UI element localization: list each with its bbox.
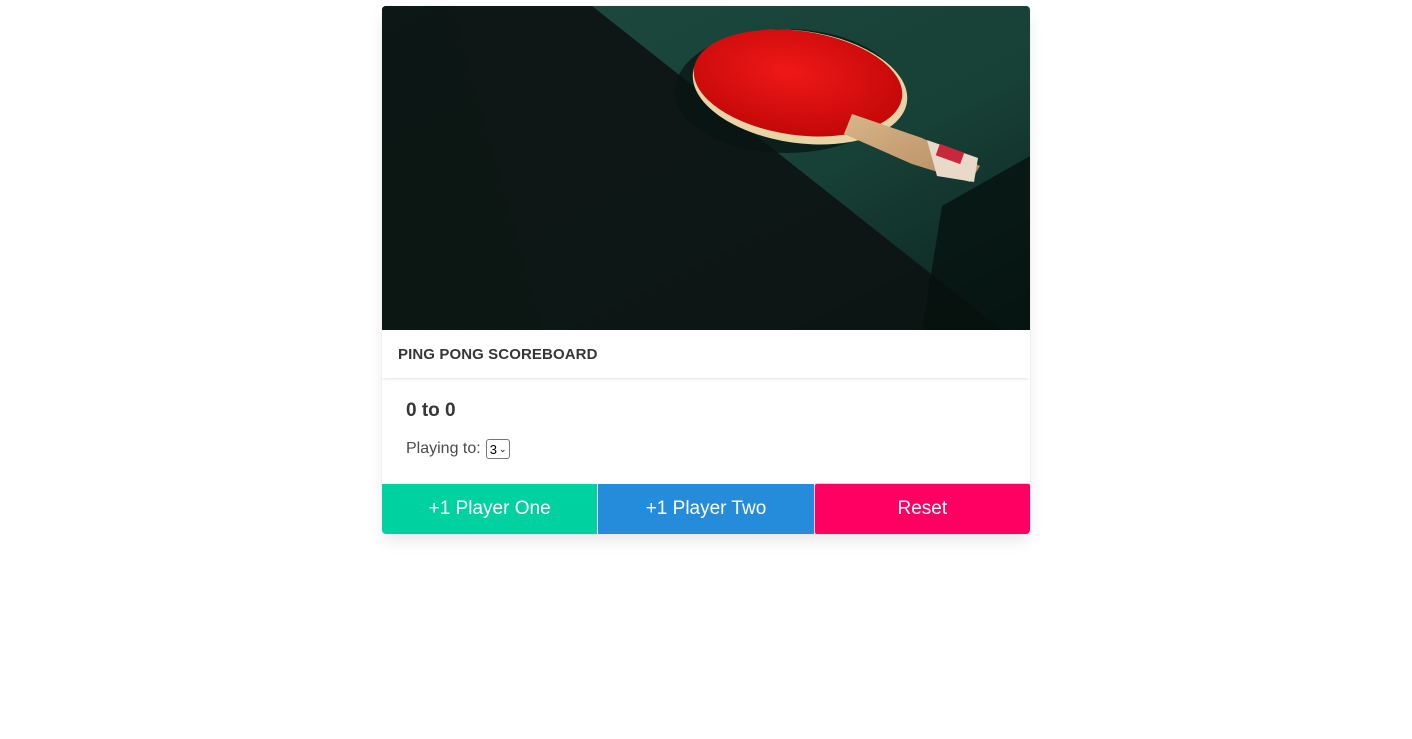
chevron-down-icon: ⌄ [498,443,507,454]
scoreboard-card: PING PONG SCOREBOARD 0 to 0 Playing to: … [382,6,1030,534]
card-header: PING PONG SCOREBOARD [382,330,1030,378]
card-footer: +1 Player One +1 Player Two Reset [382,484,1030,534]
player-two-button[interactable]: +1 Player Two [598,484,814,534]
reset-button[interactable]: Reset [814,484,1030,534]
playing-to-label: Playing to: [406,440,481,457]
player-one-button[interactable]: +1 Player One [382,484,598,534]
winning-score-select[interactable]: 3 ⌄ [485,439,510,459]
card-content: 0 to 0 Playing to: 3 ⌄ [382,378,1030,484]
card-title: PING PONG SCOREBOARD [398,345,598,363]
winning-score-value: 3 [489,441,497,457]
ping-pong-paddle-image [382,6,1030,330]
score-display: 0 to 0 [406,400,456,421]
playing-to-row: Playing to: 3 ⌄ [406,439,1006,459]
